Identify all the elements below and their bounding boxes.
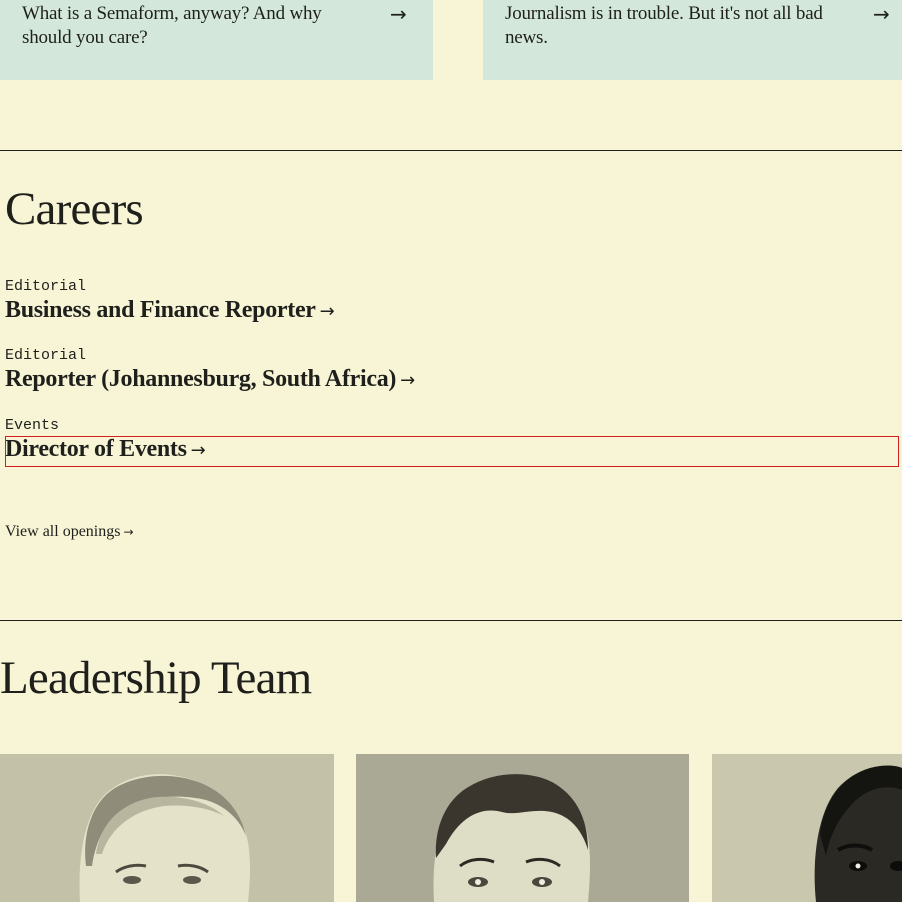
job-department: Editorial	[5, 347, 87, 364]
portrait-photo	[0, 754, 334, 902]
arrow-right-icon: →	[400, 370, 415, 391]
arrow-right-icon: →	[319, 301, 335, 322]
section-divider	[0, 150, 902, 151]
arrow-right-icon: →	[873, 2, 890, 26]
job-title: Reporter (Johannesburg, South Africa)	[5, 366, 397, 392]
portrait-photo	[712, 754, 902, 902]
leader-portrait[interactable]	[356, 754, 689, 902]
arrow-right-icon: →	[390, 2, 407, 26]
arrow-right-icon: →	[123, 525, 134, 539]
job-link-director-of-events[interactable]: Director of Events →	[5, 434, 206, 466]
view-all-label: View all openings	[5, 523, 121, 540]
job-listing: Editorial Business and Finance Reporter →	[5, 278, 335, 327]
careers-heading: Careers	[5, 183, 144, 235]
view-all-openings-link[interactable]: View all openings →	[5, 521, 134, 543]
arrow-right-icon: →	[190, 440, 206, 461]
job-listing: Events Director of Events →	[5, 417, 206, 466]
article-card-semaform[interactable]: What is a Semaform, anyway? And why shou…	[0, 0, 433, 80]
job-department: Editorial	[5, 278, 87, 295]
job-title: Director of Events	[5, 436, 187, 462]
portrait-photo	[356, 754, 689, 902]
article-card-title: What is a Semaform, anyway? And why shou…	[22, 3, 322, 48]
leader-portrait[interactable]	[712, 754, 902, 902]
leader-portrait[interactable]	[0, 754, 334, 902]
job-link-business-finance-reporter[interactable]: Business and Finance Reporter →	[5, 295, 335, 327]
job-link-reporter-johannesburg[interactable]: Reporter (Johannesburg, South Africa) →	[5, 364, 415, 396]
article-card-title: Journalism is in trouble. But it's not a…	[505, 3, 823, 48]
leadership-heading: Leadership Team	[0, 652, 312, 704]
job-listing: Editorial Reporter (Johannesburg, South …	[5, 348, 415, 396]
section-divider	[0, 620, 902, 621]
article-card-journalism[interactable]: Journalism is in trouble. But it's not a…	[483, 0, 902, 80]
job-department: Events	[5, 417, 60, 434]
job-title: Business and Finance Reporter	[5, 297, 316, 323]
page: What is a Semaform, anyway? And why shou…	[0, 0, 902, 902]
